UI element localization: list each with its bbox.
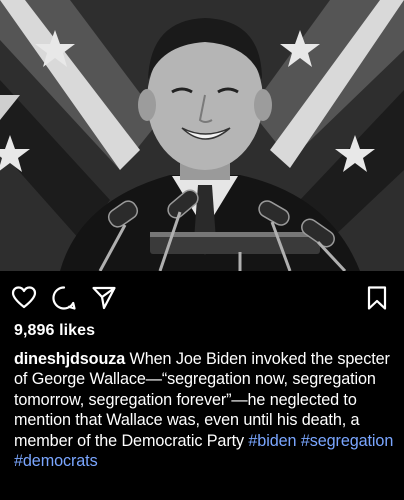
post-photo[interactable]	[0, 0, 404, 271]
hashtag-link[interactable]: #democrats	[14, 452, 98, 470]
caption-username[interactable]: dineshjdsouza	[14, 350, 125, 368]
hashtag-link[interactable]: #biden	[248, 432, 296, 450]
hashtag-link[interactable]: #segregation	[301, 432, 394, 450]
post-caption: dineshjdsouza When Joe Biden invoked the…	[14, 349, 400, 471]
heart-icon[interactable]	[11, 285, 37, 311]
share-icon[interactable]	[91, 285, 117, 311]
portrait-photo	[0, 0, 404, 271]
post-action-bar	[0, 271, 404, 321]
instagram-post: 9,896 likes dineshjdsouza When Joe Biden…	[0, 0, 404, 500]
comment-icon[interactable]	[51, 285, 77, 311]
likes-count[interactable]: 9,896 likes	[14, 322, 95, 340]
bookmark-icon[interactable]	[364, 285, 390, 311]
